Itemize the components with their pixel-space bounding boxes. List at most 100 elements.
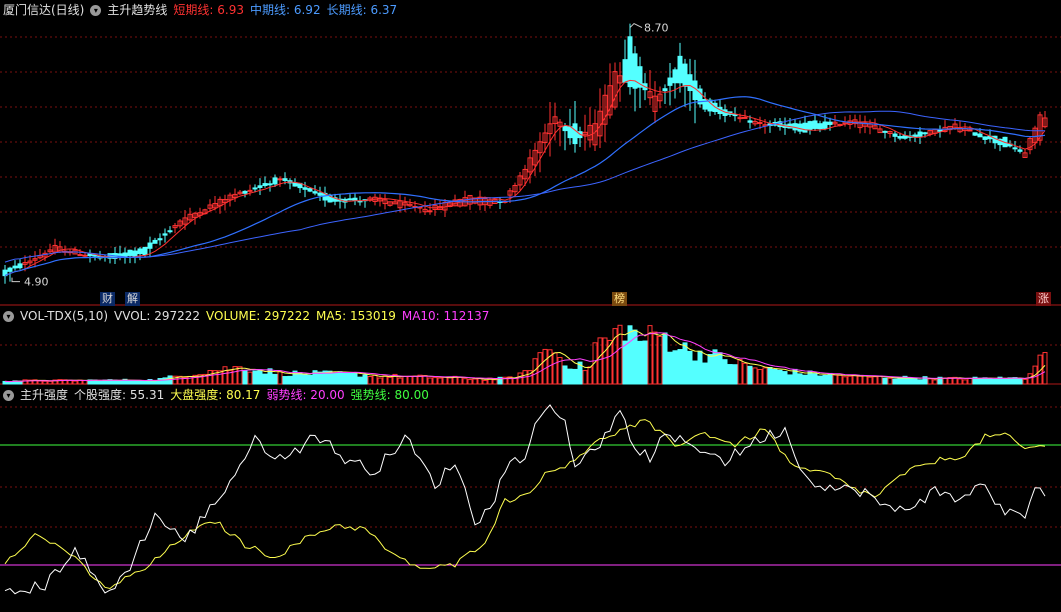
volume-bar[interactable]	[362, 374, 368, 385]
volume-bar[interactable]	[852, 374, 858, 385]
volume-bar[interactable]	[407, 375, 413, 385]
volume-bar[interactable]	[387, 376, 393, 385]
candle-down[interactable]	[347, 198, 353, 201]
volume-bar[interactable]	[402, 375, 408, 385]
volume-bar[interactable]	[397, 377, 403, 385]
volume-bar[interactable]	[537, 352, 543, 385]
volume-bar[interactable]	[832, 374, 838, 385]
limit-up-badge[interactable]: 涨	[1036, 292, 1051, 306]
candle-down[interactable]	[812, 120, 818, 129]
volume-bar[interactable]	[367, 376, 373, 385]
volume-bar[interactable]	[837, 374, 843, 385]
candle-down[interactable]	[882, 130, 888, 133]
volume-bar[interactable]	[672, 350, 678, 385]
candle-down[interactable]	[572, 123, 578, 145]
candle-down[interactable]	[627, 36, 633, 88]
candle-down[interactable]	[902, 135, 908, 139]
volume-bar[interactable]	[692, 360, 698, 385]
volume-bar[interactable]	[717, 352, 723, 385]
volume-bar[interactable]	[1002, 378, 1008, 385]
volume-bar[interactable]	[1022, 378, 1028, 385]
volume-bar[interactable]	[722, 359, 728, 385]
volume-bar[interactable]	[627, 325, 633, 385]
volume-bar[interactable]	[372, 374, 378, 385]
volume-bar[interactable]	[542, 348, 548, 385]
candle-down[interactable]	[817, 123, 823, 130]
strength-indicator-name[interactable]: 主升强度	[20, 386, 68, 404]
candle-down[interactable]	[1017, 149, 1023, 152]
volume-bar[interactable]	[272, 373, 278, 385]
candle-down[interactable]	[922, 132, 928, 135]
volume-bar[interactable]	[742, 362, 748, 385]
volume-bar[interactable]	[467, 379, 473, 385]
financial-report-badge[interactable]: 财	[100, 292, 115, 306]
volume-bar[interactable]	[307, 374, 313, 385]
volume-bar[interactable]	[1042, 352, 1048, 385]
volume-bar[interactable]	[427, 377, 433, 385]
volume-bar[interactable]	[927, 378, 933, 385]
candle-down[interactable]	[267, 183, 273, 186]
volume-bar[interactable]	[252, 370, 258, 385]
volume-bar[interactable]	[892, 378, 898, 385]
volume-bar[interactable]	[257, 369, 263, 385]
candle-down[interactable]	[242, 190, 248, 194]
volume-bar[interactable]	[552, 352, 558, 385]
volume-bar[interactable]	[237, 366, 243, 385]
candle-down[interactable]	[12, 265, 18, 269]
volume-bar[interactable]	[82, 380, 88, 385]
volume-bar[interactable]	[377, 377, 383, 385]
volume-bar[interactable]	[682, 342, 688, 385]
volume-bar[interactable]	[277, 370, 283, 385]
volume-bar[interactable]	[117, 379, 123, 385]
volume-bar[interactable]	[457, 376, 463, 385]
volume-bar[interactable]	[787, 374, 793, 385]
volume-bar[interactable]	[1017, 378, 1023, 385]
candle-down[interactable]	[622, 59, 628, 83]
volume-bar[interactable]	[642, 340, 648, 385]
candle-down[interactable]	[1012, 147, 1018, 150]
volume-bar[interactable]	[847, 375, 853, 385]
candle-down[interactable]	[972, 132, 978, 136]
candle-down[interactable]	[567, 126, 573, 139]
volume-bar[interactable]	[877, 375, 883, 385]
candle-down[interactable]	[317, 192, 323, 196]
volume-bar[interactable]	[752, 367, 758, 385]
volume-bar[interactable]	[162, 377, 168, 385]
volume-bar[interactable]	[802, 374, 808, 385]
volume-bar[interactable]	[282, 376, 288, 385]
volume-bar[interactable]	[812, 373, 818, 385]
volume-bar[interactable]	[702, 362, 708, 385]
volume-bar[interactable]	[242, 369, 248, 385]
candle-down[interactable]	[127, 249, 133, 256]
candle-down[interactable]	[562, 125, 568, 132]
candle-down[interactable]	[307, 188, 313, 192]
candle-up[interactable]	[77, 254, 83, 257]
volume-bar[interactable]	[917, 379, 923, 385]
volume-bar[interactable]	[587, 366, 593, 385]
candle-down[interactable]	[312, 191, 318, 194]
volume-bar[interactable]	[707, 354, 713, 385]
volume-bar[interactable]	[652, 331, 658, 385]
volume-bar[interactable]	[157, 378, 163, 385]
volume-bar[interactable]	[777, 369, 783, 385]
candle-down[interactable]	[142, 246, 148, 256]
candle-down[interactable]	[917, 131, 923, 137]
volume-bar[interactable]	[127, 380, 133, 385]
unlock-badge[interactable]: 解	[125, 292, 140, 306]
candle-down[interactable]	[162, 233, 168, 236]
volume-bar[interactable]	[747, 365, 753, 385]
volume-bar[interactable]	[907, 377, 913, 385]
volume-bar[interactable]	[477, 377, 483, 385]
volume-bar[interactable]	[152, 380, 158, 385]
candle-down[interactable]	[692, 80, 698, 101]
volume-bar[interactable]	[1027, 373, 1033, 385]
volume-bar[interactable]	[637, 340, 643, 385]
volume-bar[interactable]	[332, 372, 338, 385]
volume-bar[interactable]	[887, 377, 893, 385]
volume-bar[interactable]	[677, 349, 683, 385]
candle-down[interactable]	[302, 187, 308, 190]
volume-bar[interactable]	[97, 380, 103, 385]
candle-down[interactable]	[7, 267, 13, 272]
volume-bar[interactable]	[957, 378, 963, 385]
candle-down[interactable]	[137, 248, 143, 255]
